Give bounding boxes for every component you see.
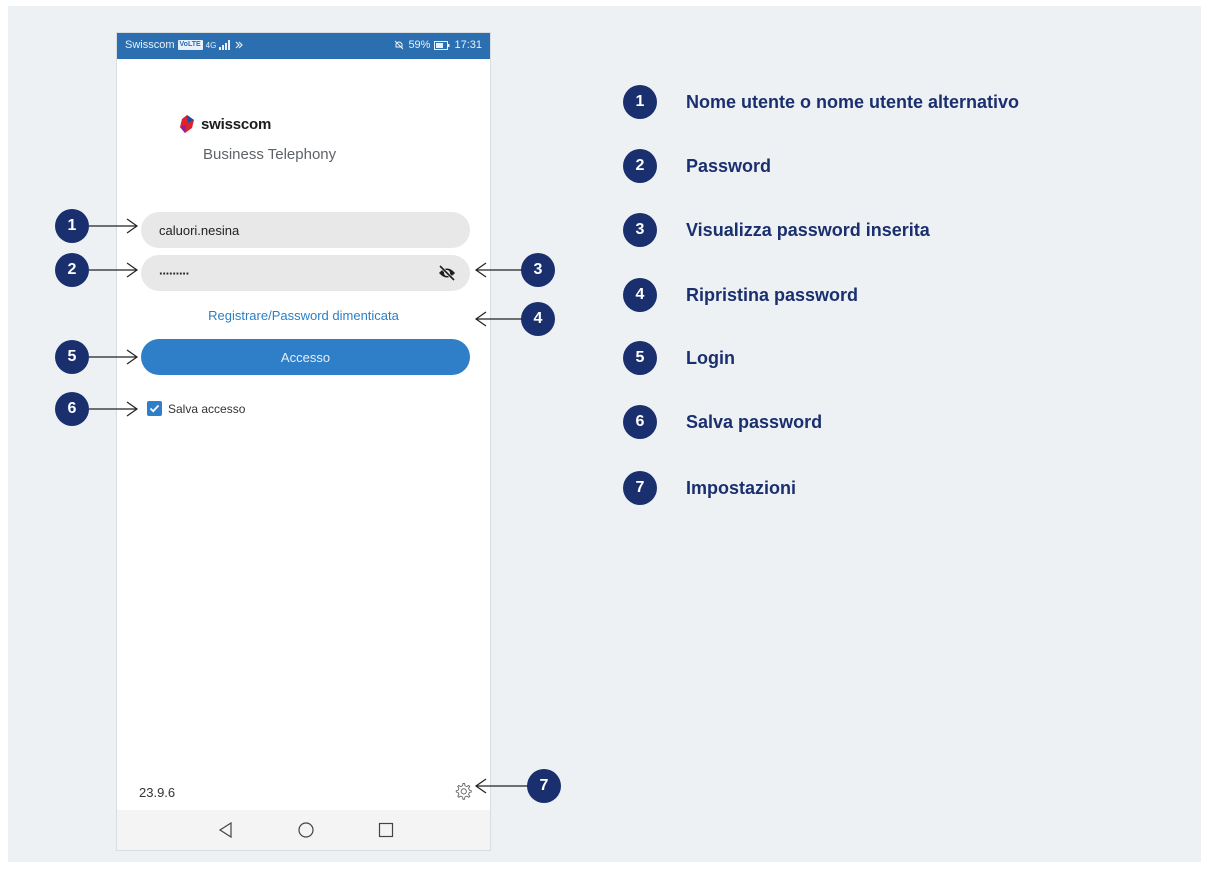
legend-item-6: 6 Salva password [623,405,822,439]
legend-label: Salva password [686,411,823,432]
login-button[interactable]: Accesso [141,339,470,375]
mute-icon [395,40,404,50]
callout-arrow-5 [89,349,139,365]
status-bar: Swisscom VoLTE 4G 59% 17:31 [117,33,490,59]
network-type: 4G [205,40,217,50]
callout-arrow-2 [89,262,139,278]
app-version: 23.9.6 [139,785,176,800]
callout-arrow-7 [474,778,528,794]
legend-badge: 4 [623,278,657,312]
legend-item-1: 1 Nome utente o nome utente alternativo [623,85,1019,119]
back-icon[interactable] [217,821,235,839]
callout-badge-5: 5 [55,340,89,374]
status-time: 17:31 [454,39,482,51]
carrier-name: Swisscom [125,39,175,51]
legend-label: Login [686,347,735,368]
home-icon[interactable] [297,821,315,839]
legend-label: Nome utente o nome utente alternativo [686,91,1020,112]
password-field[interactable]: ········· [141,255,470,291]
legend-label: Visualizza password inserita [686,219,930,240]
swisscom-logo: swisscom [179,115,271,133]
battery-icon [434,40,450,50]
save-login-checkbox[interactable]: Salva accesso [147,401,245,416]
callout-arrow-1 [89,218,139,234]
logo-text: swisscom [201,115,272,133]
callout-arrow-3 [474,262,522,278]
legend-badge: 2 [623,149,657,183]
checkbox-checked-icon[interactable] [147,401,162,416]
legend-item-7: 7 Impostazioni [623,471,796,505]
legend-badge: 1 [623,85,657,119]
android-nav-bar [117,810,490,850]
legend-badge: 5 [623,341,657,375]
username-field[interactable]: caluori.nesina [141,212,470,248]
callout-badge-7: 7 [527,769,561,803]
callout-badge-2: 2 [55,253,89,287]
recents-icon[interactable] [377,821,395,839]
legend-badge: 7 [623,471,657,505]
forgot-password-link[interactable]: Registrare/Password dimenticata [117,308,490,323]
swisscom-logo-icon [180,115,194,133]
legend-badge: 3 [623,213,657,247]
username-value: caluori.nesina [159,222,240,238]
callout-arrow-4 [474,311,522,327]
volte-badge: VoLTE [177,40,203,50]
legend-label: Ripristina password [686,284,859,305]
legend-item-5: 5 Login [623,341,735,375]
callout-badge-4: 4 [521,302,555,336]
password-value: ········· [159,265,190,281]
callout-arrow-6 [89,401,139,417]
gear-icon[interactable] [454,782,472,800]
eye-off-icon[interactable] [438,265,456,281]
callout-badge-1: 1 [55,209,89,243]
phone-screen: Swisscom VoLTE 4G 59% 17:31 swisscom Bus… [116,32,491,851]
data-arrows-icon [235,41,244,49]
signal-icon [219,40,231,50]
callout-badge-3: 3 [521,253,555,287]
save-login-label: Salva accesso [168,401,246,416]
battery-percent: 59% [408,39,431,51]
app-subtitle: Business Telephony [203,146,337,163]
callout-badge-6: 6 [55,392,89,426]
legend-item-2: 2 Password [623,149,771,183]
legend-item-4: 4 Ripristina password [623,278,858,312]
legend-badge: 6 [623,405,657,439]
legend-label: Password [686,155,772,176]
legend-item-3: 3 Visualizza password inserita [623,213,930,247]
legend-label: Impostazioni [686,477,797,498]
